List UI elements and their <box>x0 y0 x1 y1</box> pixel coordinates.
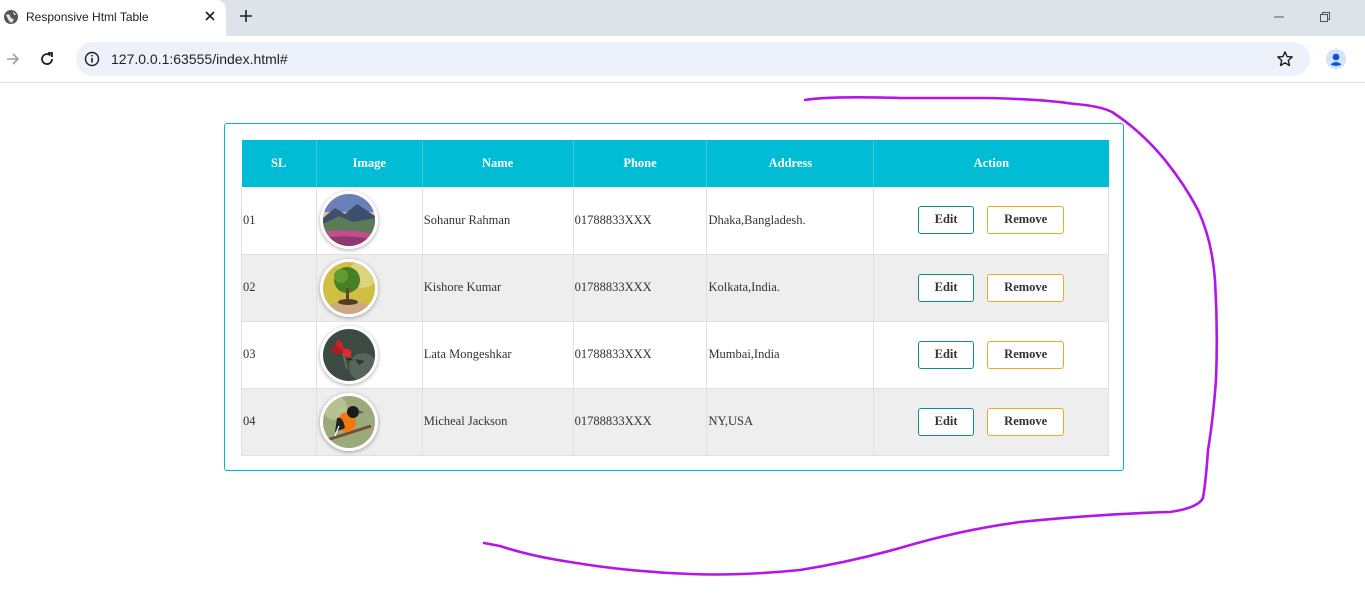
cell-action: Edit Remove <box>873 388 1109 456</box>
cell-image <box>316 321 423 389</box>
cell-action: Edit Remove <box>873 321 1109 389</box>
cell-address: Kolkata,India. <box>706 254 875 322</box>
cell-sl: 01 <box>241 187 317 255</box>
cell-image <box>316 187 423 255</box>
edit-button[interactable]: Edit <box>918 273 975 302</box>
url-text[interactable]: 127.0.0.1:63555/index.html# <box>111 51 288 67</box>
table-row: 03 Lata Mongeshkar 01788833XXX Mumbai,In… <box>241 321 1109 389</box>
cell-action: Edit Remove <box>873 254 1109 322</box>
cell-sl: 02 <box>241 254 317 322</box>
header-action: Action <box>873 140 1109 187</box>
restore-window-icon[interactable] <box>1318 10 1332 24</box>
red-flower-hummingbird-photo <box>319 325 378 384</box>
edit-button[interactable]: Edit <box>918 407 975 436</box>
cell-phone: 01788833XXX <box>573 321 708 389</box>
remove-button[interactable]: Remove <box>987 273 1065 302</box>
table-row: 02 Kishore Kumar 01788833XXX Kolkata,Ind… <box>241 254 1109 322</box>
tree-in-hand-photo <box>319 258 378 317</box>
cell-phone: 01788833XXX <box>573 388 708 456</box>
table-header-row: SL Image Name Phone Address Action <box>241 140 1109 187</box>
cell-address: Dhaka,Bangladesh. <box>706 187 875 255</box>
cell-name: Sohanur Rahman <box>422 187 574 255</box>
cell-address: Mumbai,India <box>706 321 875 389</box>
remove-button[interactable]: Remove <box>987 340 1065 369</box>
cell-name: Micheal Jackson <box>422 388 574 456</box>
responsive-table: SL Image Name Phone Address Action 01 So… <box>241 140 1109 456</box>
close-tab-icon[interactable] <box>203 9 217 23</box>
header-image: Image <box>316 140 423 187</box>
tab-title: Responsive Html Table <box>26 10 149 24</box>
reload-icon[interactable] <box>38 50 56 68</box>
cell-image <box>316 254 423 322</box>
browser-toolbar: 127.0.0.1:63555/index.html# <box>0 36 1365 83</box>
browser-tab[interactable]: Responsive Html Table <box>0 0 226 36</box>
table-row: 04 Micheal Jackson 01788833XXX NY,USA Ed… <box>241 388 1109 456</box>
header-phone: Phone <box>573 140 708 187</box>
table-row: 01 Sohanur Rahman 01788833XXX Dhaka,Bang… <box>241 187 1109 255</box>
oriole-bird-photo <box>319 392 378 451</box>
header-address: Address <box>706 140 875 187</box>
edit-button[interactable]: Edit <box>918 340 975 369</box>
remove-button[interactable]: Remove <box>987 206 1065 235</box>
mountain-landscape-photo <box>319 191 378 250</box>
globe-icon <box>3 9 19 25</box>
cell-name: Kishore Kumar <box>422 254 574 322</box>
cell-address: NY,USA <box>706 388 875 456</box>
cell-sl: 03 <box>241 321 317 389</box>
cell-sl: 04 <box>241 388 317 456</box>
new-tab-plus-icon[interactable] <box>238 8 254 24</box>
header-name: Name <box>422 140 574 187</box>
cell-name: Lata Mongeshkar <box>422 321 574 389</box>
cell-phone: 01788833XXX <box>573 254 708 322</box>
header-sl: SL <box>241 140 317 187</box>
browser-tab-strip: Responsive Html Table <box>0 0 1365 36</box>
site-info-icon[interactable] <box>84 51 100 67</box>
table-card: SL Image Name Phone Address Action 01 So… <box>224 123 1124 471</box>
cell-action: Edit Remove <box>873 187 1109 255</box>
minimize-icon[interactable] <box>1272 10 1286 24</box>
bookmark-star-icon[interactable] <box>1276 50 1294 68</box>
profile-avatar-icon[interactable] <box>1326 49 1346 69</box>
forward-arrow-icon[interactable] <box>4 50 22 68</box>
remove-button[interactable]: Remove <box>987 407 1065 436</box>
cell-phone: 01788833XXX <box>573 187 708 255</box>
address-bar[interactable]: 127.0.0.1:63555/index.html# <box>76 42 1310 76</box>
cell-image <box>316 388 423 456</box>
edit-button[interactable]: Edit <box>918 206 975 235</box>
